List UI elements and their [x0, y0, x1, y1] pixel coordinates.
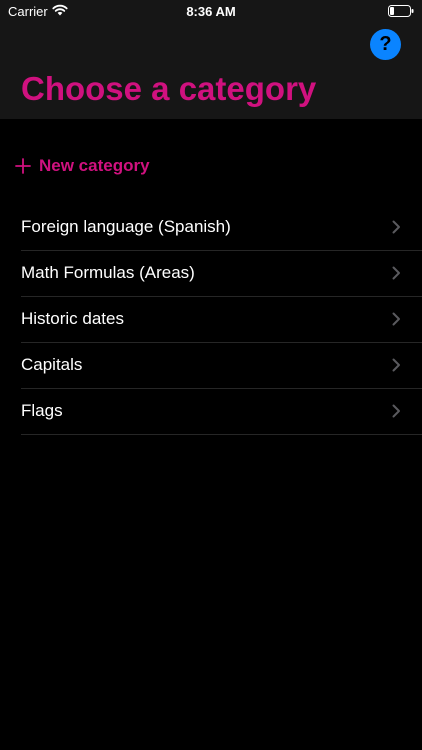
- category-row-math-formulas[interactable]: Math Formulas (Areas): [21, 251, 422, 297]
- new-category-button[interactable]: New category: [15, 153, 150, 179]
- category-label: Capitals: [21, 355, 83, 374]
- battery-icon: [388, 5, 414, 17]
- chevron-right-icon: [392, 266, 400, 280]
- chevron-right-icon: [392, 358, 400, 372]
- category-label: Foreign language (Spanish): [21, 217, 231, 236]
- chevron-right-icon: [392, 312, 400, 326]
- new-category-label: New category: [39, 156, 150, 175]
- status-time: 8:36 AM: [186, 4, 236, 19]
- category-row-flags[interactable]: Flags: [21, 389, 422, 435]
- category-row-capitals[interactable]: Capitals: [21, 343, 422, 389]
- category-list: Foreign language (Spanish) Math Formulas…: [21, 205, 422, 435]
- category-label: Math Formulas (Areas): [21, 263, 195, 282]
- navigation-header: ? Choose a category: [0, 24, 422, 119]
- chevron-right-icon: [392, 404, 400, 418]
- category-label: Flags: [21, 401, 63, 420]
- help-button[interactable]: ?: [370, 29, 401, 60]
- plus-icon: [15, 158, 31, 174]
- status-bar: Carrier 8:36 AM: [0, 0, 422, 24]
- category-row-historic-dates[interactable]: Historic dates: [21, 297, 422, 343]
- page-title: Choose a category: [21, 70, 317, 107]
- category-row-foreign-language[interactable]: Foreign language (Spanish): [21, 205, 422, 251]
- chevron-right-icon: [392, 220, 400, 234]
- category-label: Historic dates: [21, 309, 124, 328]
